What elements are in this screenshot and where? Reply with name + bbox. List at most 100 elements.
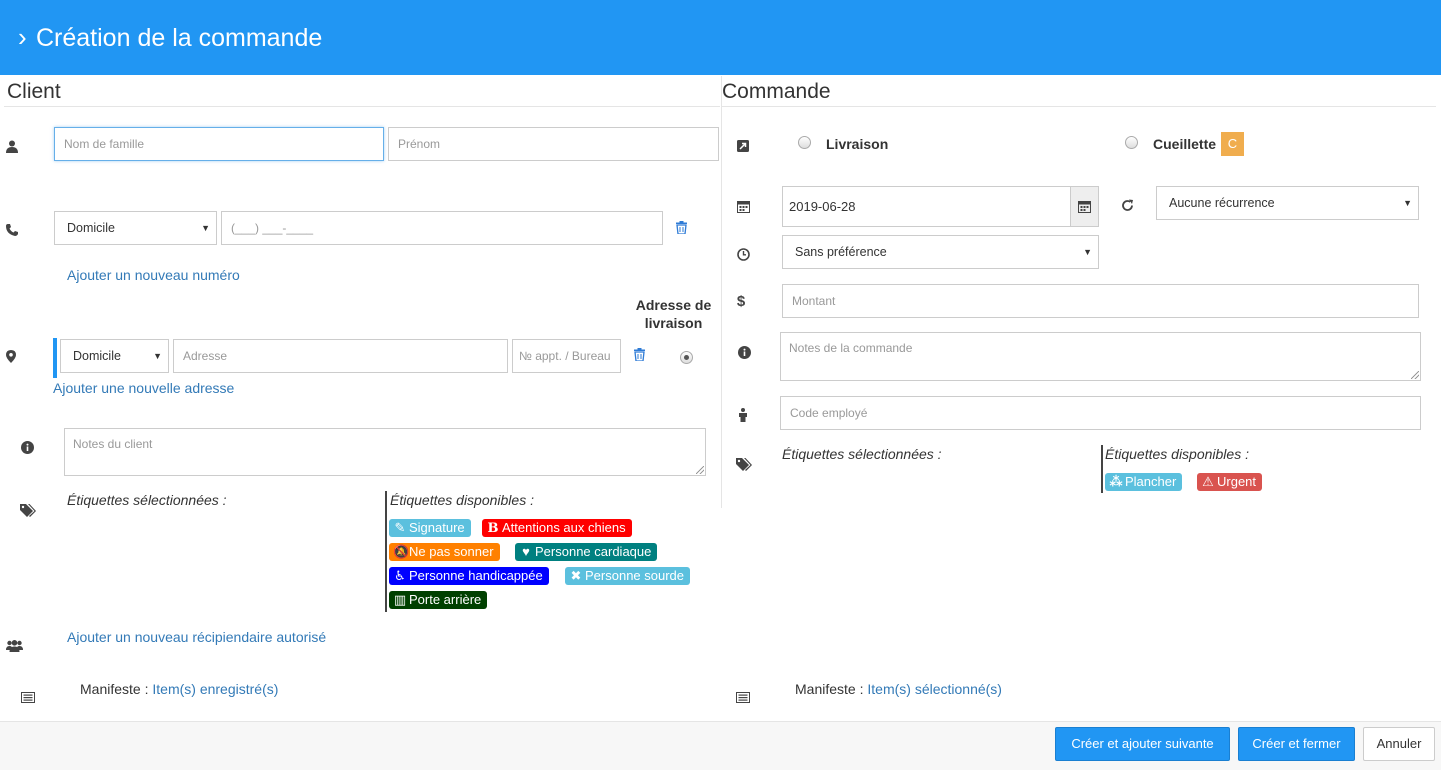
tag-label: Signature	[409, 520, 465, 535]
info-circle-icon	[19, 441, 35, 457]
calendar-icon	[735, 200, 751, 216]
heartbeat-icon: ♥	[522, 544, 530, 559]
date-picker-button[interactable]	[1070, 186, 1099, 227]
caret-down-icon: ▼	[1403, 198, 1412, 208]
order-manifest: Manifeste : Item(s) sélectionné(s)	[795, 680, 1002, 698]
tag-label: Urgent	[1217, 474, 1257, 489]
delivery-address-label-line1: Adresse de	[635, 297, 712, 313]
info-circle-icon	[736, 346, 752, 362]
tag-do-not-ring[interactable]: 🔕Ne pas sonner	[389, 543, 500, 561]
amount-input[interactable]: Montant	[782, 284, 1419, 318]
add-address-link[interactable]: Ajouter une nouvelle adresse	[53, 379, 234, 397]
order-manifest-link[interactable]: Item(s) sélectionné(s)	[867, 681, 1002, 697]
add-phone-link[interactable]: Ajouter un nouveau numéro	[67, 266, 240, 284]
b-icon: B	[487, 521, 499, 536]
tag-deaf[interactable]: ✖ Personne sourde	[565, 567, 691, 585]
refresh-icon	[1119, 199, 1135, 215]
male-icon	[735, 408, 751, 425]
add-recipient-link[interactable]: Ajouter un nouveau récipiendaire autoris…	[67, 628, 326, 646]
tag-label: Plancher	[1125, 474, 1177, 489]
list-alt-icon	[20, 692, 36, 706]
edit-icon: ✎	[394, 520, 406, 535]
address-type-select[interactable]: Domicile ▼	[60, 339, 169, 373]
client-notes-placeholder: Notes du client	[73, 437, 153, 451]
phone-number-input[interactable]: (___) ___-____	[221, 211, 663, 245]
wheelchair-icon: ♿	[394, 568, 406, 583]
tag-label: Porte arrière	[409, 592, 482, 607]
client-selected-tags-label: Étiquettes sélectionnées :	[67, 492, 227, 508]
barcode-icon: ▥	[393, 592, 407, 607]
caret-down-icon: ▼	[153, 351, 162, 361]
map-marker-icon	[3, 350, 19, 366]
create-and-close-button[interactable]: Créer et fermer	[1238, 727, 1355, 761]
dollar-icon: $	[736, 293, 746, 310]
phone-type-select[interactable]: Domicile ▼	[54, 211, 217, 245]
user-icon	[4, 140, 20, 156]
warning-icon: ⚠	[1202, 474, 1214, 489]
tag-label: Attentions aux chiens	[502, 520, 626, 535]
caret-down-icon: ▼	[201, 223, 210, 233]
order-notes-placeholder: Notes de la commande	[789, 341, 913, 355]
order-tags-separator	[1101, 445, 1103, 493]
create-and-next-button[interactable]: Créer et ajouter suivante	[1055, 727, 1230, 761]
tag-handicapped[interactable]: ♿ Personne handicappée	[389, 567, 549, 585]
trash-icon[interactable]	[631, 348, 647, 364]
tags-icon	[20, 504, 36, 521]
page-title: Création de la commande	[36, 24, 323, 52]
cancel-button[interactable]: Annuler	[1363, 727, 1435, 761]
list-alt-icon	[735, 692, 751, 706]
apartment-input[interactable]: № appt. / Bureau	[512, 339, 621, 373]
trash-icon[interactable]	[673, 221, 689, 237]
tags-icon	[736, 458, 752, 475]
manifest-label: Manifeste :	[795, 681, 864, 697]
phone-icon	[4, 224, 20, 239]
order-section-title: Commande	[722, 80, 831, 103]
client-tags-separator	[385, 491, 387, 612]
order-notes-textarea[interactable]: Notes de la commande	[780, 332, 1421, 381]
tag-label: Personne sourde	[585, 568, 685, 583]
recurrence-select[interactable]: Aucune récurrence ▼	[1156, 186, 1419, 220]
client-available-tags-label: Étiquettes disponibles :	[390, 492, 534, 508]
pickup-radio[interactable]	[1125, 136, 1138, 149]
tag-cardiac[interactable]: ♥ Personne cardiaque	[515, 543, 658, 561]
clock-icon	[735, 248, 751, 264]
delivery-address-label-line2: livraison	[644, 315, 703, 331]
delivery-address-header: Adresse de livraison	[626, 296, 721, 332]
date-input[interactable]: 2019-06-28	[782, 186, 1071, 227]
last-name-input[interactable]: Nom de famille	[54, 127, 384, 161]
time-preference-select[interactable]: Sans préférence ▼	[782, 235, 1099, 269]
calendar-icon	[1078, 201, 1091, 213]
address-input[interactable]: Adresse	[173, 339, 508, 373]
first-name-input[interactable]: Prénom	[388, 127, 719, 161]
time-preference-value: Sans préférence	[795, 245, 887, 259]
delivery-radio[interactable]	[798, 136, 811, 149]
client-notes-textarea[interactable]: Notes du client	[64, 428, 706, 476]
tag-floor[interactable]: ⁂ Plancher	[1105, 473, 1183, 491]
employee-code-input[interactable]: Code employé	[780, 396, 1421, 430]
chevron-right-icon: ›	[18, 22, 27, 52]
recurrence-value: Aucune récurrence	[1169, 196, 1275, 210]
resize-grip-icon	[1411, 371, 1419, 379]
tag-attention-dogs[interactable]: B Attentions aux chiens	[482, 519, 632, 537]
delivery-address-radio[interactable]	[680, 351, 693, 364]
bell-slash-icon: 🔕	[393, 544, 410, 559]
manifest-label: Manifeste :	[80, 681, 149, 697]
cubes-icon: ⁂	[1109, 474, 1123, 489]
tag-label: Ne pas sonner	[409, 544, 494, 559]
pickup-label: Cueillette	[1153, 136, 1217, 152]
tag-label: Personne cardiaque	[535, 544, 652, 559]
tag-urgent[interactable]: ⚠ Urgent	[1197, 473, 1263, 491]
tag-label: Personne handicappée	[409, 568, 543, 583]
client-manifest: Manifeste : Item(s) enregistré(s)	[80, 680, 278, 698]
address-type-value: Domicile	[73, 349, 121, 363]
column-divider	[721, 76, 722, 508]
order-available-tags-label: Étiquettes disponibles :	[1105, 446, 1249, 462]
client-manifest-link[interactable]: Item(s) enregistré(s)	[152, 681, 278, 697]
order-selected-tags-label: Étiquettes sélectionnées :	[782, 446, 942, 462]
client-section-title: Client	[7, 80, 61, 103]
active-address-indicator	[53, 338, 57, 378]
tag-back-door[interactable]: ▥ Porte arrière	[389, 591, 488, 609]
tag-signature[interactable]: ✎ Signature	[389, 519, 471, 537]
phone-type-value: Domicile	[67, 221, 115, 235]
client-divider	[4, 106, 720, 107]
